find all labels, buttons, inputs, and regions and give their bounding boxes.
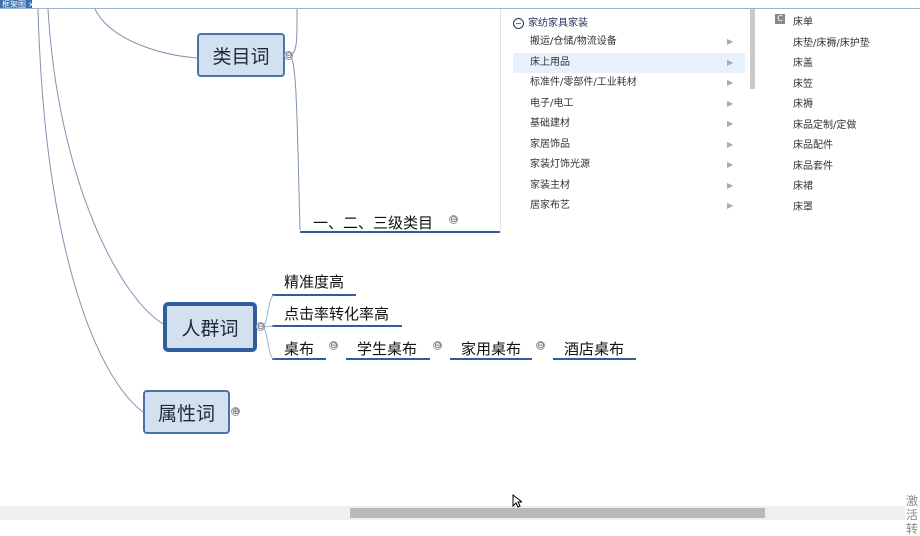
chevron-right-icon: ▶: [727, 119, 734, 128]
category-item-label: 床上用品: [530, 56, 570, 68]
collapse-icon: −: [513, 17, 524, 29]
node-label: 类目词: [212, 45, 270, 68]
node-attribute-word[interactable]: 属性词: [143, 390, 230, 434]
horizontal-scrollbar[interactable]: [0, 506, 905, 520]
category-item-label: 标准件/零部件/工业耗材: [530, 77, 637, 88]
tablecloth-collapse-icon[interactable]: ⊖: [329, 341, 338, 351]
mouse-cursor-icon: [512, 494, 522, 508]
chevron-right-icon: ▶: [727, 37, 734, 46]
crowd-collapse-icon[interactable]: ⊖: [256, 322, 265, 332]
category-header-label: 家纺家具家装: [528, 18, 588, 29]
leaf-hotel-tablecloth[interactable]: 酒店桌布: [564, 338, 624, 359]
connector-category-branch: [288, 9, 298, 56]
category-collapse-icon[interactable]: ⊖: [284, 51, 293, 61]
category-level2-list: C 床单床垫/床褥/床护垫 床盖床笠床褥床品定制/定做 床品配件床品套件床裙床罩: [759, 9, 920, 233]
connector-levels: [288, 54, 301, 231]
category-item-label: 家装灯饰光源: [530, 159, 590, 170]
subcategory-item[interactable]: 床褥: [793, 95, 813, 110]
category-item[interactable]: 居家布艺 ▶: [513, 196, 745, 216]
letter-badge: C: [775, 14, 785, 24]
connector-category-a: [94, 8, 198, 59]
chevron-right-icon: ▶: [727, 139, 734, 149]
node-label: 属性词: [157, 402, 215, 425]
category-level1-list: − 家纺家具家装 搬运/仓储/物流设备 ▶ 床上用品 ▶ 标准件/零部件/工业耗材 ▶ 电子/…: [501, 9, 755, 233]
subcategory-item[interactable]: 床品配件: [793, 136, 833, 151]
category-panel: − 家纺家具家装 搬运/仓储/物流设备 ▶ 床上用品 ▶ 标准件/零部件/工业耗材 ▶ 电子/…: [500, 9, 920, 233]
node-label: 人群词: [181, 317, 239, 340]
category-item[interactable]: 家居饰品 ▶: [513, 135, 745, 155]
category-list-scrollbar[interactable]: [750, 9, 755, 89]
leaf-home-tablecloth[interactable]: 家用桌布: [461, 338, 521, 359]
chevron-right-icon: ▶: [727, 160, 734, 169]
student-collapse-icon[interactable]: ⊖: [433, 341, 442, 351]
subcategory-item[interactable]: 床罩: [793, 198, 813, 213]
connector-crowd: [47, 8, 166, 326]
subcategory-item[interactable]: 床裙: [793, 177, 813, 192]
leaf-levels[interactable]: 一、二、三级类目: [313, 212, 433, 233]
chevron-right-icon: ▶: [727, 201, 734, 210]
attribute-expand-icon[interactable]: ⊕: [231, 407, 240, 417]
scrollbar-thumb[interactable]: [350, 508, 765, 518]
chevron-right-icon: ▶: [727, 57, 734, 67]
category-item-label: 家居饰品: [530, 138, 570, 150]
category-item-label: 基础建材: [530, 118, 570, 129]
category-item-label: 搬运/仓储/物流设备: [530, 36, 617, 47]
subcategory-item[interactable]: 床单: [793, 13, 813, 28]
node-category-word[interactable]: 类目词: [197, 33, 285, 77]
category-item-label: 家装主材: [530, 179, 570, 191]
category-item[interactable]: 搬运/仓储/物流设备 ▶: [513, 32, 745, 52]
subcategory-item[interactable]: 床笠: [793, 75, 813, 90]
leaf-tablecloth[interactable]: 桌布: [284, 338, 314, 359]
category-item[interactable]: 家装灯饰光源 ▶: [513, 155, 745, 175]
category-item[interactable]: 家装主材 ▶: [513, 176, 745, 196]
node-crowd-word[interactable]: 人群词: [164, 303, 256, 351]
leaf-precision[interactable]: 精准度高: [284, 271, 344, 292]
category-item[interactable]: 基础建材 ▶: [513, 114, 745, 134]
levels-collapse-icon[interactable]: ⊖: [449, 215, 458, 225]
subcategory-item[interactable]: 床品套件: [793, 157, 833, 172]
subcategory-item[interactable]: 床盖: [793, 54, 813, 69]
activation-watermark: 激活转: [906, 494, 919, 536]
subcategory-item[interactable]: 床垫/床褥/床护垫: [793, 34, 870, 49]
category-item-label: 居家布艺: [530, 200, 570, 211]
category-header[interactable]: − 家纺家具家装: [513, 14, 588, 29]
home-collapse-icon[interactable]: ⊖: [536, 341, 545, 351]
leaf-conversion[interactable]: 点击率转化率高: [284, 303, 389, 324]
chevron-right-icon: ▶: [727, 180, 734, 190]
category-item-label: 电子/电工: [530, 97, 574, 109]
subcategory-item[interactable]: 床品定制/定做: [793, 116, 856, 131]
category-item[interactable]: 电子/电工 ▶: [513, 94, 745, 114]
category-item[interactable]: 床上用品 ▶: [513, 52, 745, 73]
leaf-student-tablecloth[interactable]: 学生桌布: [357, 338, 417, 359]
chevron-right-icon: ▶: [727, 98, 734, 108]
chevron-right-icon: ▶: [727, 78, 734, 87]
category-item[interactable]: 标准件/零部件/工业耗材 ▶: [513, 73, 745, 93]
